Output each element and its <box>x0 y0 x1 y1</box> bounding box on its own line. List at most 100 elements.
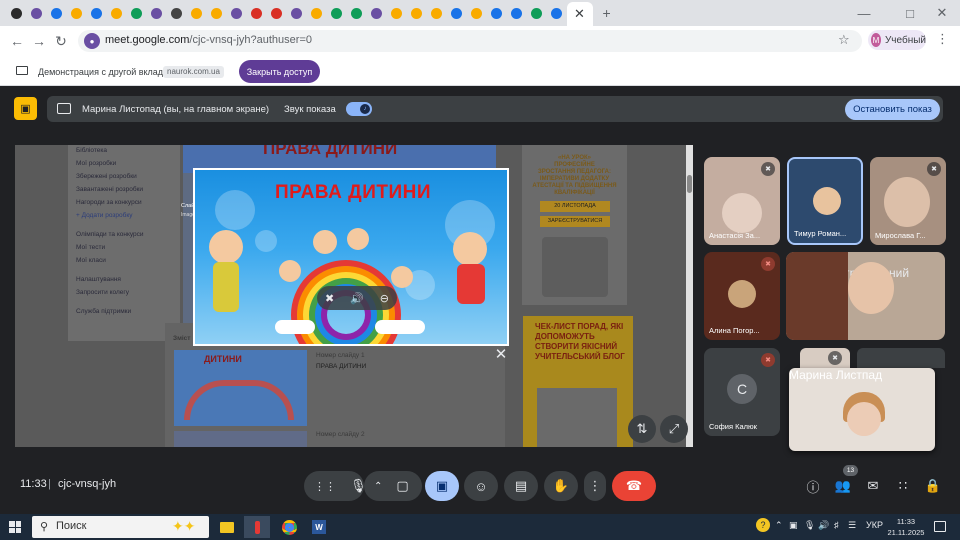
scrollbar-thumb[interactable] <box>687 175 692 193</box>
camera-icon[interactable]: ▢ <box>396 478 408 494</box>
share-sound-toggle[interactable]: ♪ <box>346 102 372 116</box>
camera-tray-icon[interactable]: ▣ <box>789 520 798 531</box>
browser-tab[interactable] <box>128 5 145 22</box>
close-preview-icon[interactable]: ✕ <box>494 346 508 363</box>
browser-tab[interactable] <box>188 5 205 22</box>
browser-tab[interactable] <box>8 5 25 22</box>
profile-chip[interactable]: M Учебный <box>868 30 926 50</box>
browser-tab[interactable] <box>68 5 85 22</box>
site-sidebar-item[interactable]: Служба підтримки <box>76 308 131 315</box>
volume-tray-icon[interactable]: 🔊 <box>818 520 829 531</box>
word-icon[interactable]: W <box>306 516 332 538</box>
browser-tab[interactable] <box>148 5 165 22</box>
minimize-icon[interactable]: — <box>852 2 876 24</box>
browser-tab[interactable] <box>248 5 265 22</box>
mic-control[interactable]: ⋮⋮ 🎙 <box>304 471 367 501</box>
camera-off-icon[interactable]: ▣ <box>14 97 37 120</box>
browser-tab[interactable] <box>408 5 425 22</box>
webinar-ad[interactable]: «НА УРОК» ПРОФЕСІЙНЕ ЗРОСТАННЯ ПЕДАГОГА: ІМ… <box>522 145 627 305</box>
browser-tab[interactable] <box>428 5 445 22</box>
browser-tab[interactable] <box>88 5 105 22</box>
site-sidebar-item[interactable]: Мої тести <box>76 244 105 251</box>
swap-layout-icon[interactable]: ⇅ <box>628 415 656 443</box>
site-sidebar-item[interactable]: + Додати розробку <box>76 212 133 219</box>
chat-icon[interactable]: ✉ <box>863 476 883 496</box>
presentation-preview[interactable]: ПРАВА ДИТИНИ ✖ 🔊 ⊖ <box>193 168 509 346</box>
active-tab-close-icon[interactable]: ✕ <box>566 2 593 26</box>
site-sidebar-item[interactable]: Налаштування <box>76 276 121 283</box>
participant-tile[interactable]: Тимур Роман... <box>787 157 863 245</box>
language-indicator[interactable]: УКР <box>866 520 883 530</box>
raise-hand-button[interactable]: ✋ <box>544 471 578 501</box>
site-sidebar-item[interactable]: Мої класи <box>76 257 106 264</box>
participant-tile-partial[interactable] <box>857 348 945 368</box>
browser-tab[interactable] <box>28 5 45 22</box>
browser-tab[interactable] <box>348 5 365 22</box>
chevron-up-icon[interactable]: ⌃ <box>775 520 783 531</box>
browser-tab[interactable] <box>328 5 345 22</box>
site-sidebar-item[interactable]: Нагороди за конкурси <box>76 199 142 206</box>
notifications-icon[interactable] <box>934 521 946 532</box>
browser-tab[interactable] <box>548 5 565 22</box>
chrome-icon[interactable] <box>276 516 302 538</box>
site-sidebar-item[interactable]: Мої розробки <box>76 160 116 167</box>
volume-icon[interactable]: 🔊 <box>350 292 364 305</box>
taskbar-search[interactable]: ⚲ Поиск ✦✦ <box>32 516 209 538</box>
forward-icon[interactable]: → <box>28 30 50 52</box>
participant-tile[interactable]: ✖ Алина Погор... <box>704 252 780 340</box>
file-explorer-icon[interactable] <box>214 516 240 538</box>
bookmark-star-icon[interactable]: ☆ <box>838 32 850 48</box>
present-now-button[interactable]: ▣ <box>425 471 459 501</box>
browser-tab[interactable] <box>268 5 285 22</box>
blog-checklist-ad[interactable]: ЧЕК-ЛИСТ ПОРАД, ЯКІ ДОПОМОЖУТЬ СТВОРИТИ … <box>523 316 633 447</box>
browser-tab[interactable] <box>48 5 65 22</box>
site-sidebar-item[interactable]: Олімпіади та конкурси <box>76 231 144 238</box>
participant-tile-partial[interactable]: ✖ <box>800 348 850 368</box>
taskbar-clock[interactable]: 11:33 21.11.2025 <box>886 516 926 538</box>
participant-tile[interactable]: ✖ Анастасія За... <box>704 157 780 245</box>
page-scrollbar[interactable] <box>686 145 693 447</box>
participant-tile[interactable]: ✖ Данило Загребельний <box>786 252 945 340</box>
browser-tab[interactable] <box>448 5 465 22</box>
network-icon[interactable]: ☰ <box>848 520 856 531</box>
remove-icon[interactable]: ⊖ <box>380 292 389 305</box>
site-info-icon[interactable]: ● <box>84 33 100 49</box>
participant-tile[interactable]: ✖ Мирослава Г... <box>870 157 946 245</box>
browser-tab[interactable] <box>508 5 525 22</box>
browser-tab[interactable] <box>528 5 545 22</box>
browser-tab[interactable] <box>228 5 245 22</box>
browser-tab[interactable] <box>208 5 225 22</box>
site-sidebar-item[interactable]: Бібліотека <box>76 147 107 154</box>
browser-tab[interactable] <box>288 5 305 22</box>
pin-off-icon[interactable]: ✖ <box>325 292 334 305</box>
stop-presenting-button[interactable]: Остановить показ <box>845 99 940 120</box>
reactions-button[interactable]: ☺ <box>464 471 498 501</box>
browser-menu-icon[interactable]: ⋮ <box>936 31 949 47</box>
browser-tab[interactable] <box>308 5 325 22</box>
camera-control[interactable]: ⌃ ▢ <box>364 471 422 501</box>
leave-call-button[interactable]: ☎ <box>612 471 656 501</box>
browser-tab[interactable] <box>108 5 125 22</box>
stop-access-button[interactable]: Закрыть доступ <box>239 60 320 83</box>
site-sidebar-item[interactable]: Запросити колегу <box>76 289 129 296</box>
meet-app-icon[interactable] <box>244 516 270 538</box>
people-icon[interactable]: 👥 <box>833 476 853 496</box>
browser-tab[interactable] <box>468 5 485 22</box>
browser-tab[interactable] <box>368 5 385 22</box>
self-view-tile[interactable]: Марина Листпад <box>789 368 935 451</box>
fullscreen-icon[interactable]: ⤢ <box>660 415 688 443</box>
reload-icon[interactable]: ↻ <box>50 30 72 52</box>
bluetooth-icon[interactable]: ♯ <box>834 520 839 530</box>
window-close-icon[interactable]: ✕ <box>930 2 954 24</box>
help-icon[interactable]: ? <box>756 518 770 532</box>
windows-start-icon[interactable] <box>9 521 21 533</box>
slide-thumbnail[interactable]: ДИТИНИ <box>174 350 307 426</box>
browser-tab[interactable] <box>488 5 505 22</box>
mic-tray-icon[interactable]: 🎙 <box>804 520 815 531</box>
host-controls-icon[interactable]: 🔒 <box>923 476 943 496</box>
activities-icon[interactable]: ∷ <box>893 476 913 496</box>
participant-tile[interactable]: С ✖ София Калюк <box>704 348 780 436</box>
maximize-icon[interactable]: □ <box>898 2 922 24</box>
more-options-button[interactable]: ⋮ <box>584 471 606 501</box>
site-sidebar-item[interactable]: Завантажені розробки <box>76 186 143 193</box>
